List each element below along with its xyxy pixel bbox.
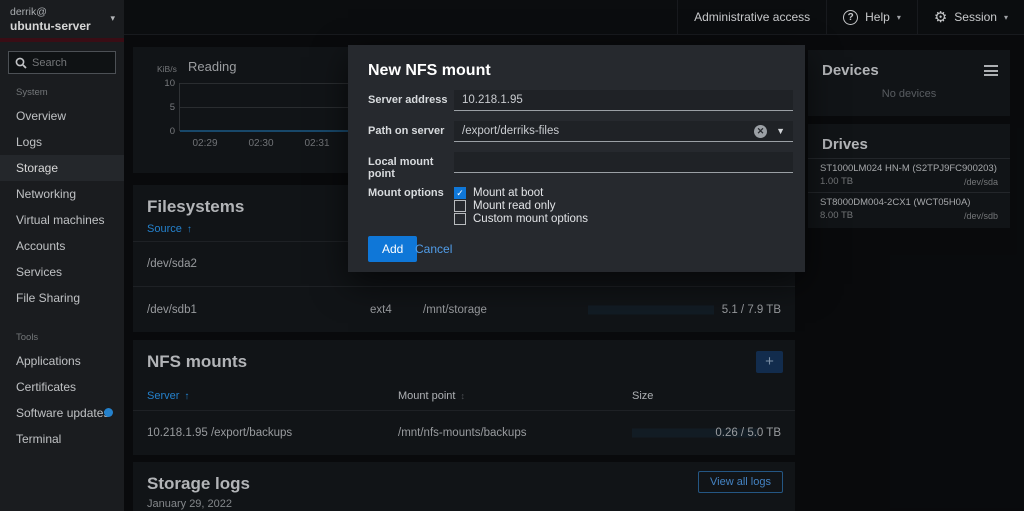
caret-down-icon[interactable]: ▼ xyxy=(776,126,785,136)
checkbox-label: Mount read only xyxy=(473,200,555,212)
local-mount-point-label: Local mount point xyxy=(368,156,458,180)
check-icon: ✓ xyxy=(455,188,465,199)
server-address-input[interactable] xyxy=(454,90,793,111)
path-value: /export/derriks-files xyxy=(462,125,754,137)
server-address-label: Server address xyxy=(368,94,458,106)
mount-read-only-option[interactable]: ✓ Mount read only xyxy=(454,199,555,212)
mount-read-only-checkbox[interactable]: ✓ xyxy=(454,200,466,212)
path-on-server-combobox[interactable]: /export/derriks-files ✕ ▼ xyxy=(454,121,793,142)
custom-mount-options-checkbox[interactable]: ✓ xyxy=(454,213,466,225)
cancel-button[interactable]: Cancel xyxy=(415,242,452,256)
checkbox-label: Custom mount options xyxy=(473,213,588,225)
mount-options-label: Mount options xyxy=(368,187,458,199)
add-button[interactable]: Add xyxy=(368,236,417,262)
new-nfs-mount-dialog: New NFS mount Server address Path on ser… xyxy=(348,45,805,272)
clear-icon[interactable]: ✕ xyxy=(754,125,767,138)
mount-at-boot-checkbox[interactable]: ✓ xyxy=(454,187,466,199)
custom-mount-options-option[interactable]: ✓ Custom mount options xyxy=(454,212,588,225)
path-on-server-label: Path on server xyxy=(368,125,458,137)
local-mount-point-input[interactable] xyxy=(454,152,793,173)
dialog-title: New NFS mount xyxy=(368,62,491,80)
checkbox-label: Mount at boot xyxy=(473,187,543,199)
mount-at-boot-option[interactable]: ✓ Mount at boot xyxy=(454,186,543,199)
